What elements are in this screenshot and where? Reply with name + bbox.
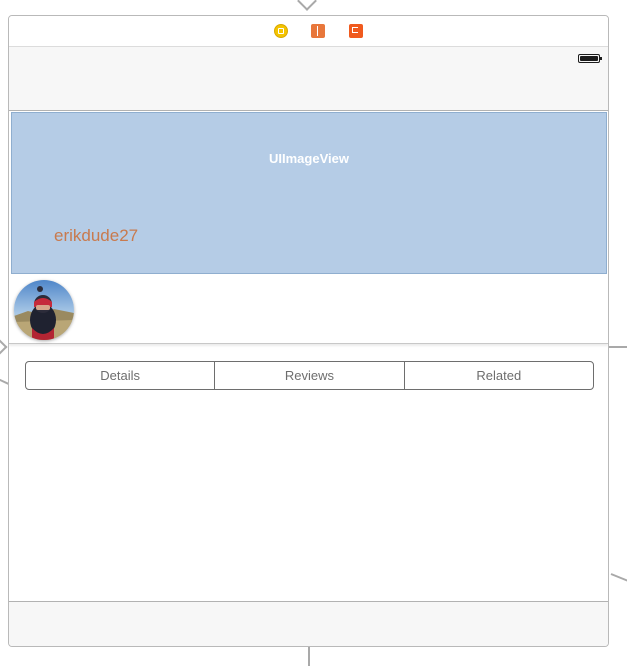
initial-view-controller-arrow-icon (297, 0, 317, 11)
segment-reviews[interactable]: Reviews (214, 362, 403, 389)
avatar-photo-icon (14, 280, 74, 340)
image-view-placeholder-label: UIImageView (269, 151, 349, 166)
view-controller-scene[interactable]: UIImageView erikdude27 Details Reviews R… (8, 15, 609, 647)
storyboard-canvas: UIImageView erikdude27 Details Reviews R… (0, 0, 627, 666)
navigation-bar[interactable] (9, 47, 608, 111)
username-label[interactable]: erikdude27 (54, 226, 138, 246)
tab-bar[interactable] (9, 601, 608, 646)
exit-icon[interactable] (349, 24, 363, 38)
view-controller-icon[interactable] (274, 24, 288, 38)
first-responder-icon[interactable] (311, 24, 325, 38)
segue-line-bottom (308, 647, 310, 666)
scene-dock (9, 16, 608, 47)
segue-line-right-top (609, 346, 627, 348)
battery-full-icon (578, 54, 602, 63)
avatar[interactable] (14, 280, 74, 340)
segment-related[interactable]: Related (403, 362, 593, 389)
segue-line-right-bottom (610, 573, 627, 583)
header-image-view[interactable]: UIImageView erikdude27 (11, 112, 607, 274)
profile-header (9, 275, 608, 344)
segmented-control[interactable]: Details Reviews Related (25, 361, 594, 390)
incoming-segue-arrow-icon (0, 338, 8, 356)
segment-details[interactable]: Details (26, 362, 214, 389)
